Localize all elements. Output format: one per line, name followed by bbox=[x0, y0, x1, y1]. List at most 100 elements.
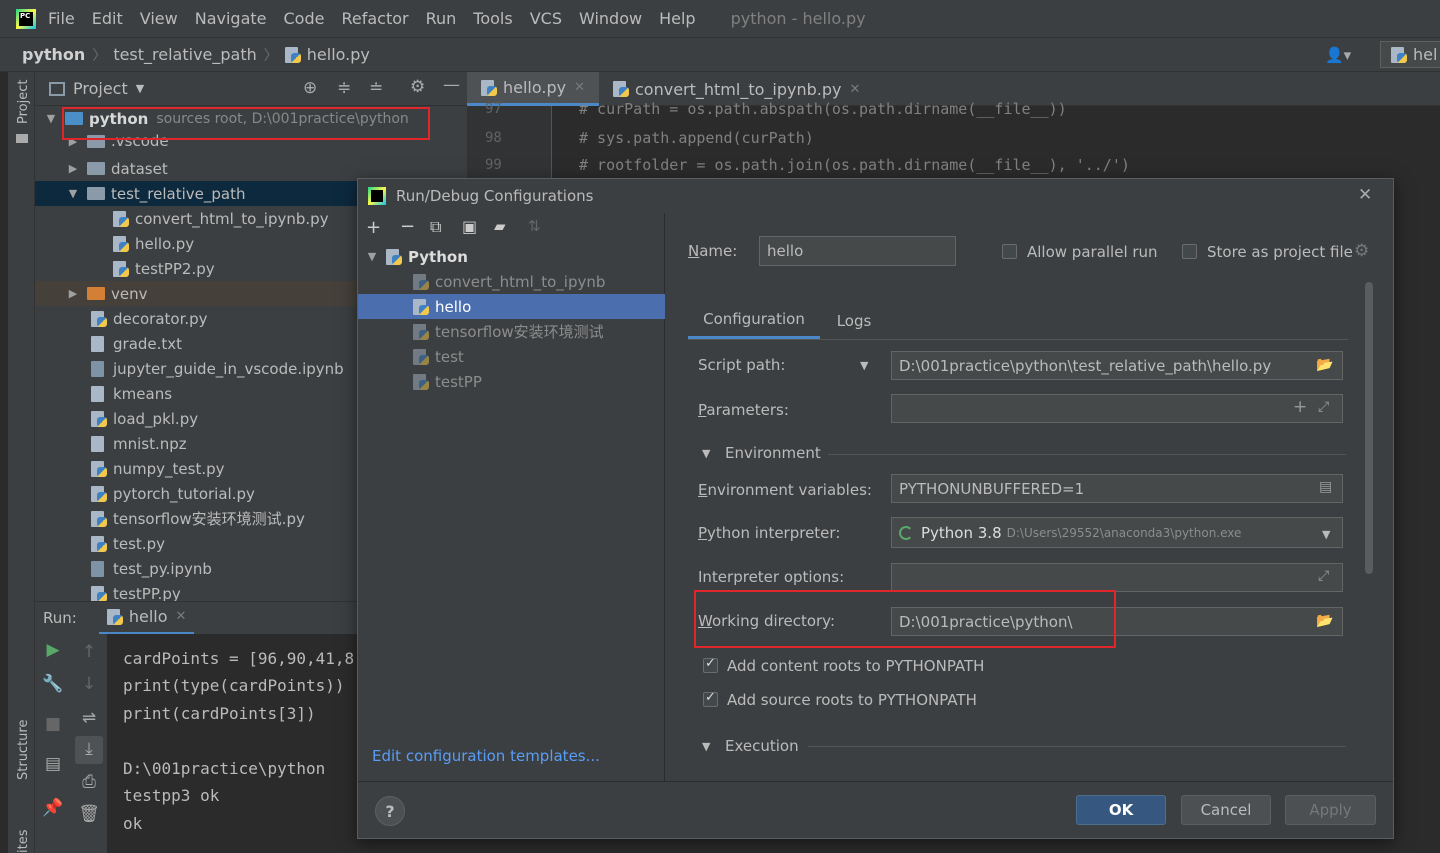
config-item-testpp[interactable]: testPP bbox=[358, 369, 665, 394]
layout-icon[interactable]: ▤ bbox=[41, 754, 65, 774]
favorites-tool-tab[interactable]: ites bbox=[16, 830, 31, 853]
hide-panel-icon[interactable]: — bbox=[443, 75, 460, 95]
chevron-down-icon[interactable]: ▼ bbox=[136, 82, 144, 95]
project-view-selector[interactable]: Project bbox=[73, 79, 128, 98]
tree-item-python-root[interactable]: ▼ python sources root, D:\001practice\py… bbox=[35, 106, 467, 131]
add-icon[interactable]: + bbox=[366, 217, 381, 238]
stop-icon[interactable]: ■ bbox=[41, 714, 65, 734]
menu-code[interactable]: Code bbox=[284, 9, 325, 28]
trash-icon[interactable]: 🗑 bbox=[77, 804, 101, 824]
add-icon[interactable]: + bbox=[1293, 397, 1307, 417]
edit-configuration-templates-link[interactable]: Edit configuration templates... bbox=[372, 747, 600, 765]
expand-all-icon[interactable]: ≑ bbox=[337, 78, 351, 98]
chevron-right-icon[interactable]: ▶ bbox=[67, 162, 79, 175]
save-icon[interactable]: ▣ bbox=[462, 217, 477, 236]
pin-icon[interactable]: 📌 bbox=[41, 798, 65, 818]
chevron-down-icon[interactable]: ▼ bbox=[702, 740, 710, 753]
run-tab-hello[interactable]: hello ✕ bbox=[98, 602, 195, 635]
gear-icon[interactable]: ⚙ bbox=[410, 77, 425, 97]
chevron-right-icon[interactable]: ▶ bbox=[67, 135, 79, 148]
menu-view[interactable]: View bbox=[140, 9, 178, 28]
menu-navigate[interactable]: Navigate bbox=[195, 9, 267, 28]
locate-icon[interactable]: ⊕ bbox=[303, 78, 317, 98]
menu-file[interactable]: File bbox=[48, 9, 75, 28]
breadcrumb-python[interactable]: python bbox=[22, 45, 85, 64]
config-item-hello[interactable]: hello bbox=[358, 294, 665, 319]
chevron-down-icon[interactable]: ▼ bbox=[1322, 528, 1330, 541]
code-line[interactable]: # curPath = os.path.abspath(os.path.dirn… bbox=[579, 100, 1067, 118]
close-icon[interactable]: ✕ bbox=[1358, 185, 1372, 205]
sort-icon[interactable]: ⇅ bbox=[528, 217, 541, 235]
add-source-roots-checkbox[interactable] bbox=[703, 690, 718, 707]
config-item-convert-html[interactable]: convert_html_to_ipynb bbox=[358, 269, 665, 294]
python-interpreter-select[interactable]: Python 3.8 D:\Users\29552\anaconda3\pyth… bbox=[891, 517, 1343, 548]
down-arrow-icon[interactable]: ↓ bbox=[77, 674, 101, 694]
code-line[interactable]: # sys.path.append(curPath) bbox=[579, 129, 814, 147]
environment-section-label[interactable]: Environment bbox=[725, 444, 821, 462]
close-icon[interactable]: ✕ bbox=[574, 80, 585, 95]
menu-help[interactable]: Help bbox=[659, 9, 695, 28]
menu-tools[interactable]: Tools bbox=[473, 9, 512, 28]
store-as-project-file-label[interactable]: Store as project file bbox=[1207, 243, 1353, 261]
store-as-project-file-checkbox[interactable] bbox=[1182, 244, 1197, 259]
allow-parallel-run-label[interactable]: Allow parallel run bbox=[1027, 243, 1158, 261]
structure-tool-tab[interactable]: Structure bbox=[16, 720, 31, 780]
chevron-down-icon[interactable]: ▼ bbox=[860, 359, 868, 372]
menu-edit[interactable]: Edit bbox=[92, 9, 123, 28]
tab-logs[interactable]: Logs bbox=[828, 302, 880, 339]
expand-icon[interactable]: ⤢ bbox=[1318, 399, 1329, 415]
folder-add-icon[interactable]: ▰ bbox=[494, 217, 506, 235]
chevron-right-icon[interactable]: ▶ bbox=[67, 287, 79, 300]
config-item-tensorflow[interactable]: tensorflow安装环境测试 bbox=[358, 319, 665, 344]
allow-parallel-run-checkbox[interactable] bbox=[1002, 244, 1017, 259]
copy-icon[interactable]: ⧉ bbox=[430, 217, 441, 237]
collapse-all-icon[interactable]: ≐ bbox=[369, 78, 383, 98]
form-scrollbar[interactable] bbox=[1365, 282, 1373, 574]
code-line[interactable]: # rootfolder = os.path.join(os.path.dirn… bbox=[579, 156, 1130, 174]
chevron-down-icon[interactable]: ▼ bbox=[702, 447, 710, 460]
chevron-down-icon[interactable]: ▼ bbox=[67, 187, 79, 200]
ok-button[interactable]: OK bbox=[1076, 795, 1166, 825]
edit-list-icon[interactable]: ▤ bbox=[1319, 479, 1332, 495]
menu-window[interactable]: Window bbox=[579, 9, 642, 28]
apply-button[interactable]: Apply bbox=[1285, 795, 1376, 825]
print-icon[interactable]: ⎙ bbox=[77, 772, 101, 792]
config-group-python[interactable]: ▼ Python bbox=[358, 244, 665, 269]
close-icon[interactable]: ✕ bbox=[849, 82, 860, 97]
name-input[interactable]: hello bbox=[759, 236, 956, 266]
add-content-roots-checkbox[interactable] bbox=[703, 656, 718, 673]
script-path-input[interactable]: D:\001practice\python\test_relative_path… bbox=[891, 351, 1343, 380]
run-config-selector[interactable]: hel bbox=[1380, 41, 1440, 68]
user-icon[interactable]: 👤▾ bbox=[1325, 46, 1351, 64]
breadcrumb-test-relative-path[interactable]: test_relative_path bbox=[113, 45, 256, 64]
menu-vcs[interactable]: VCS bbox=[530, 9, 562, 28]
chevron-down-icon[interactable]: ▼ bbox=[45, 112, 57, 125]
environment-variables-input[interactable]: PYTHONUNBUFFERED=1 bbox=[891, 474, 1343, 503]
up-arrow-icon[interactable]: ↑ bbox=[77, 642, 101, 662]
soft-wrap-icon[interactable]: ⇌ bbox=[77, 708, 101, 728]
cancel-button[interactable]: Cancel bbox=[1181, 795, 1271, 825]
working-directory-input[interactable]: D:\001practice\python\ bbox=[891, 607, 1343, 636]
menu-run[interactable]: Run bbox=[426, 9, 457, 28]
expand-icon[interactable]: ⤢ bbox=[1318, 568, 1329, 584]
tree-item-vscode[interactable]: ▶ .vscode bbox=[35, 131, 467, 151]
folder-browse-icon[interactable]: 📂 bbox=[1316, 357, 1333, 373]
wrench-icon[interactable]: 🔧 bbox=[41, 674, 65, 694]
breadcrumb-hello-py[interactable]: hello.py bbox=[307, 45, 370, 64]
help-button[interactable]: ? bbox=[375, 796, 405, 826]
run-console[interactable]: cardPoints = [96,90,41,8 print(type(card… bbox=[107, 634, 357, 853]
gear-icon[interactable]: ⚙ bbox=[1354, 241, 1369, 261]
execution-section-label[interactable]: Execution bbox=[725, 737, 799, 755]
project-tool-tab[interactable]: Project bbox=[16, 80, 31, 124]
menu-refactor[interactable]: Refactor bbox=[341, 9, 408, 28]
add-content-roots-label[interactable]: Add content roots to PYTHONPATH bbox=[727, 657, 984, 675]
add-source-roots-label[interactable]: Add source roots to PYTHONPATH bbox=[727, 691, 977, 709]
chevron-down-icon[interactable]: ▼ bbox=[366, 250, 378, 263]
parameters-input[interactable] bbox=[891, 394, 1343, 423]
remove-icon[interactable]: − bbox=[400, 216, 415, 237]
rerun-icon[interactable]: ▶ bbox=[41, 640, 65, 660]
tab-configuration[interactable]: Configuration bbox=[688, 302, 820, 339]
interpreter-options-input[interactable] bbox=[891, 563, 1343, 592]
close-icon[interactable]: ✕ bbox=[176, 609, 187, 624]
folder-browse-icon[interactable]: 📂 bbox=[1316, 613, 1333, 629]
